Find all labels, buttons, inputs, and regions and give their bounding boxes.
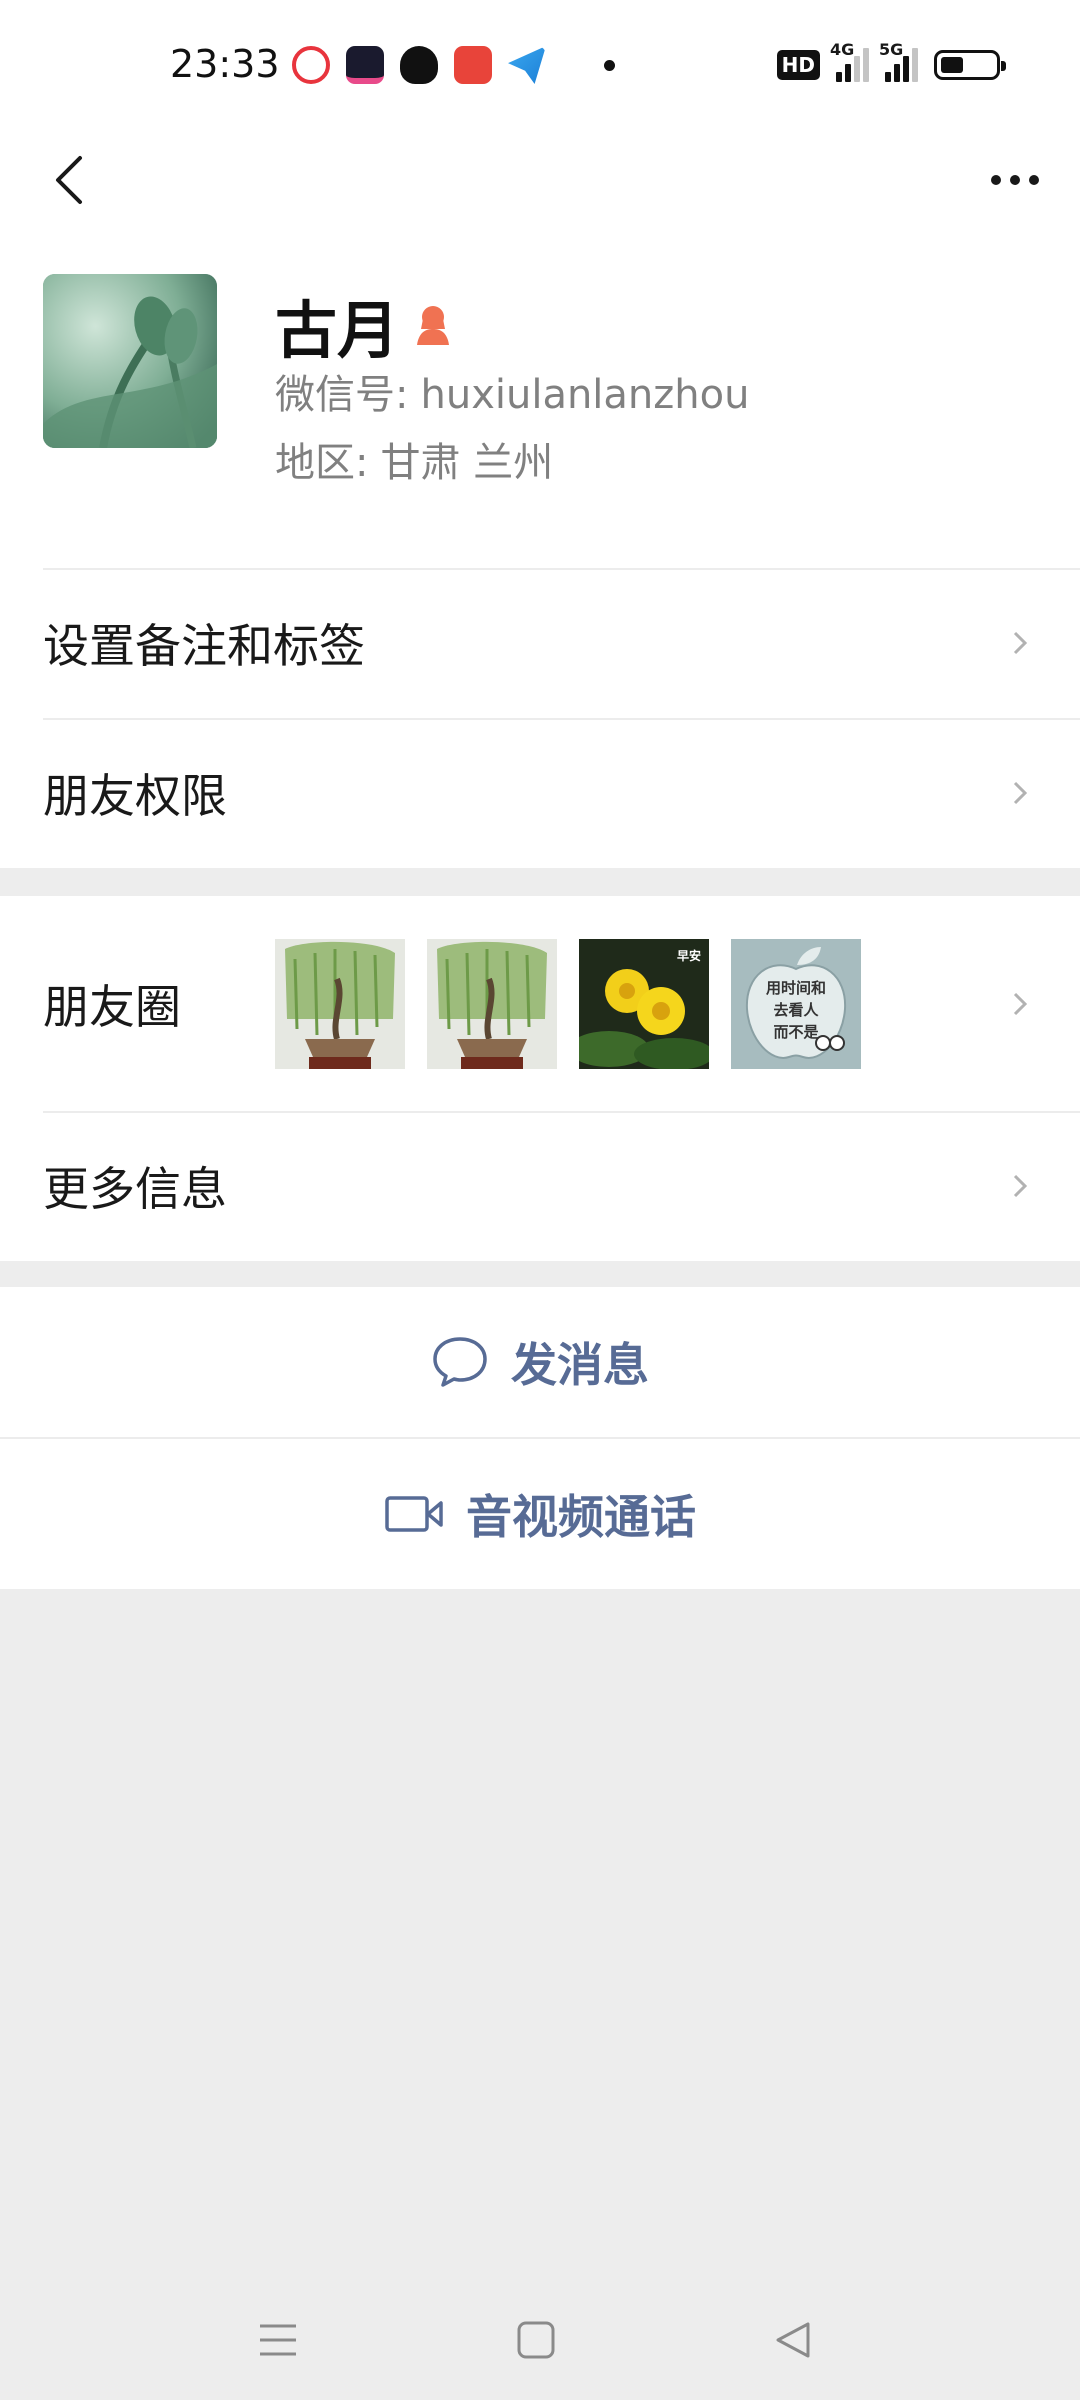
profile-name: 古月 <box>275 294 400 367</box>
notification-dot <box>604 59 615 71</box>
ellipsis-icon <box>991 175 1001 185</box>
region-value: 甘肃 兰州 <box>380 440 554 486</box>
profile-header: 古月 微信号: huxiulanlanzhou 地区: 甘肃 兰州 <box>0 250 1080 568</box>
female-icon <box>417 306 450 345</box>
divider <box>0 1437 1080 1439</box>
wechat-id-value: huxiulanlanzhou <box>420 372 750 418</box>
chat-bubble-icon <box>433 1337 487 1387</box>
chevron-right-icon <box>1013 992 1028 1015</box>
status-right: HD 4G 5G <box>776 40 1006 82</box>
moments-group: 朋友圈 早安 用时间和 去看人 而不是 更多信息 <box>0 896 1080 1261</box>
recent-apps-button[interactable] <box>248 2310 308 2370</box>
signal-4g-icon: 4G <box>830 40 869 82</box>
heart-app-icon <box>454 46 492 84</box>
system-back-button[interactable] <box>764 2310 824 2370</box>
nav-bar <box>0 130 1080 250</box>
apple-photo-text: 用时间和 去看人 而不是 <box>765 979 826 1041</box>
square-home-icon <box>517 2321 555 2359</box>
butterfly-app-icon <box>400 46 438 84</box>
willow-bonsai-photo <box>427 939 557 1069</box>
status-time: 23:33 <box>170 42 280 86</box>
apple-logo-photo: 用时间和 去看人 而不是 <box>731 939 861 1069</box>
triangle-back-icon <box>776 2322 810 2358</box>
tulip-bud-image <box>43 274 217 448</box>
hd-badge: HD <box>776 50 820 80</box>
chevron-right-icon <box>1013 781 1028 805</box>
name-row: 古月 <box>275 280 453 370</box>
avatar[interactable] <box>43 274 217 448</box>
photo-caption: 早安 <box>676 949 701 963</box>
yellow-flower-photo: 早安 <box>579 939 709 1069</box>
moments-row[interactable]: 朋友圈 早安 用时间和 去看人 而不是 <box>0 896 1080 1111</box>
status-app-icons <box>292 46 615 84</box>
remark-tags-row[interactable]: 设置备注和标签 <box>0 568 1080 718</box>
settings-group: 设置备注和标签 朋友权限 <box>0 568 1080 868</box>
send-message-button[interactable]: 发消息 <box>0 1287 1080 1437</box>
moments-thumbnails: 早安 用时间和 去看人 而不是 <box>275 939 861 1069</box>
chevron-right-icon <box>1013 631 1028 655</box>
system-nav-bar <box>0 2280 1080 2400</box>
status-bar: 23:33 HD 4G 5G <box>0 0 1080 130</box>
tiktok-icon <box>346 46 384 84</box>
video-camera-icon <box>385 1496 443 1532</box>
chevron-left-icon <box>56 156 82 204</box>
battery-icon <box>934 50 1006 80</box>
menu-lines-icon <box>260 2324 296 2356</box>
more-options-button[interactable] <box>970 140 1060 220</box>
more-info-row[interactable]: 更多信息 <box>0 1111 1080 1261</box>
friend-permissions-row[interactable]: 朋友权限 <box>0 718 1080 868</box>
telegram-icon <box>508 46 546 84</box>
chevron-right-icon <box>1013 1174 1028 1198</box>
video-call-button[interactable]: 音视频通话 <box>0 1439 1080 1589</box>
back-button[interactable] <box>30 140 110 220</box>
region: 地区: 甘肃 兰州 <box>275 440 554 486</box>
willow-bonsai-photo <box>275 939 405 1069</box>
home-button[interactable] <box>506 2310 566 2370</box>
signal-5g-icon: 5G <box>879 40 918 82</box>
wechat-id: 微信号: huxiulanlanzhou <box>275 372 750 418</box>
video-app-icon <box>292 46 330 84</box>
